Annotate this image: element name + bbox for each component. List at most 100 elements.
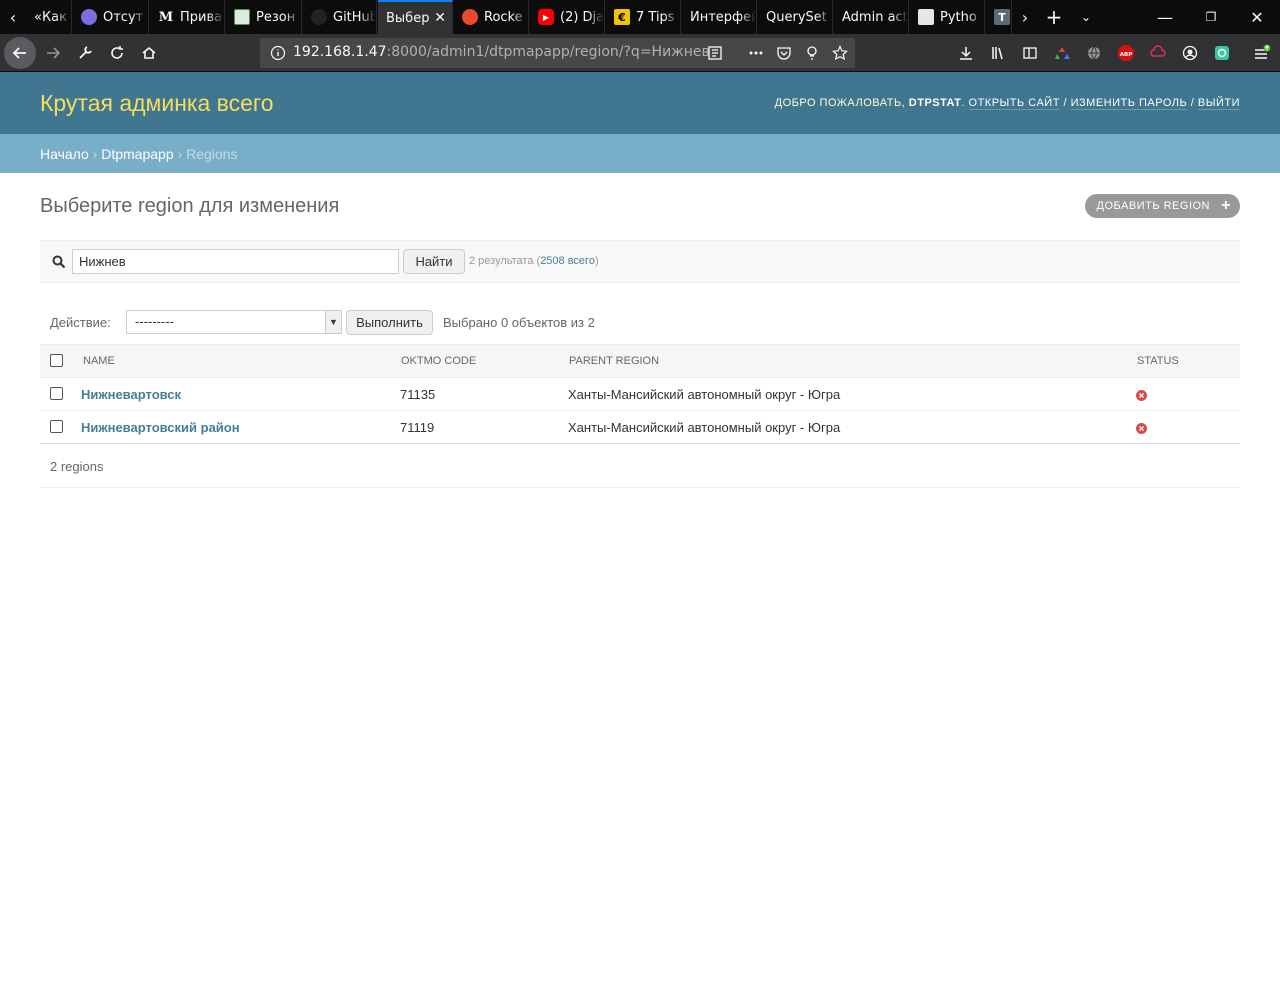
row-checkbox[interactable] — [50, 420, 63, 433]
change-password-link[interactable]: Изменить пароль — [1070, 97, 1188, 110]
breadcrumb-separator: › — [92, 146, 98, 162]
breadcrumb-separator: › — [177, 146, 183, 162]
adblock-icon[interactable]: ABP — [1111, 38, 1141, 68]
logout-link[interactable]: Выйти — [1197, 97, 1240, 110]
breadcrumb: Начало › Dtpmapapp › Regions — [0, 134, 1280, 173]
result-list-table: Name Oktmo code Parent region Status Ниж… — [40, 344, 1240, 444]
table-header: Name Oktmo code Parent region Status — [40, 344, 1240, 378]
chevron-down-icon: ▼ — [325, 311, 341, 333]
browser-tab[interactable]: «Как м — [26, 0, 72, 34]
oktmo-code: 71135 — [400, 387, 436, 402]
library-icon[interactable] — [983, 38, 1013, 68]
browser-tab[interactable]: QuerySet A — [758, 0, 833, 34]
region-name-link[interactable]: Нижневартовск — [81, 387, 181, 402]
reader-view-icon[interactable] — [707, 45, 723, 61]
table-row: Нижневартовск 71135 Ханты-Мансийский авт… — [40, 378, 1240, 411]
browser-tab[interactable]: Rocke — [454, 0, 529, 34]
breadcrumb-app-link[interactable]: Dtpmapapp — [101, 146, 173, 162]
extension-colorful-icon[interactable] — [1047, 38, 1077, 68]
show-all-link[interactable]: 2508 всего — [540, 255, 595, 267]
sidebar-icon[interactable] — [1015, 38, 1045, 68]
t-icon: T — [994, 9, 1010, 25]
browser-tab[interactable]: ▶ (2) Dja — [530, 0, 605, 34]
row-checkbox[interactable] — [50, 387, 63, 400]
column-header-parent-region[interactable]: Parent region — [569, 355, 659, 367]
info-icon[interactable] — [270, 45, 286, 61]
view-site-link[interactable]: Открыть сайт — [968, 97, 1060, 110]
run-action-button[interactable]: Выполнить — [346, 310, 433, 335]
browser-tab[interactable]: Pytho — [910, 0, 985, 34]
new-tab-icon[interactable]: + — [1040, 0, 1068, 34]
restore-icon[interactable]: ❐ — [1188, 0, 1234, 34]
tab-list-chevron-down-icon[interactable]: ⌄ — [1072, 0, 1100, 34]
pocket-icon[interactable] — [776, 45, 792, 61]
add-region-button[interactable]: Добавить region + — [1084, 194, 1240, 218]
account-icon[interactable] — [1175, 38, 1205, 68]
person-icon — [81, 9, 97, 25]
browser-tab[interactable]: Интерфей — [682, 0, 757, 34]
download-icon[interactable] — [951, 38, 981, 68]
tabs-scroll-right-icon[interactable]: › — [1012, 0, 1038, 34]
column-header-status[interactable]: Status — [1137, 355, 1179, 367]
region-name-link[interactable]: Нижневартовский район — [81, 420, 240, 435]
browser-tab[interactable]: € 7 Tips — [606, 0, 681, 34]
lightbulb-icon[interactable] — [804, 45, 820, 61]
breadcrumb-current: Regions — [186, 146, 238, 162]
username: dtpstat — [908, 97, 962, 109]
more-actions-icon[interactable] — [748, 45, 764, 61]
browser-tab-active[interactable]: Выбер ✕ — [378, 0, 453, 34]
document-icon — [234, 9, 250, 25]
page-title: Выберите region для изменения — [40, 195, 340, 217]
close-tab-icon[interactable]: ✕ — [434, 10, 446, 26]
browser-tab[interactable]: Отсут — [73, 0, 149, 34]
medium-icon: M — [158, 9, 174, 25]
bookmark-star-icon[interactable] — [832, 45, 848, 61]
minimize-icon[interactable]: — — [1142, 0, 1188, 34]
welcome-text: Добро пожаловать, — [774, 97, 906, 109]
python-icon — [918, 9, 934, 25]
search-toolbar: Нижнев Найти 2 результата (2508 всего) — [40, 240, 1240, 283]
svg-text:ABP: ABP — [1120, 52, 1132, 58]
search-icon — [52, 255, 66, 269]
site-branding[interactable]: Крутая админка всего — [40, 90, 274, 117]
forward-arrow-icon[interactable] — [38, 38, 68, 68]
url-bar[interactable]: 192.168.1.47:8000/admin1/dtpmapapp/regio… — [260, 38, 855, 68]
oktmo-code: 71119 — [400, 420, 435, 435]
back-arrow-icon[interactable] — [4, 37, 36, 69]
youtube-icon: ▶ — [538, 9, 554, 25]
rocket-icon — [462, 9, 478, 25]
action-select[interactable]: --------- ▼ — [126, 310, 342, 334]
reload-icon[interactable] — [102, 38, 132, 68]
menu-hamburger-icon[interactable] — [1247, 38, 1277, 68]
browser-tab[interactable]: T — [986, 0, 1012, 34]
tabs-scroll-left-icon[interactable]: ‹ — [0, 0, 26, 34]
browser-tab[interactable]: GitHub — [303, 0, 377, 34]
parent-region: Ханты-Мансийский автономный округ - Югра — [568, 420, 841, 435]
github-icon — [311, 9, 327, 25]
close-window-icon[interactable]: ✕ — [1234, 0, 1280, 34]
select-all-checkbox[interactable] — [50, 354, 63, 367]
action-counter: Выбрано 0 объектов из 2 — [443, 315, 595, 330]
search-button[interactable]: Найти — [403, 249, 465, 274]
result-counter: 2 результата (2508 всего) — [469, 255, 599, 267]
column-header-oktmo[interactable]: Oktmo code — [401, 355, 476, 367]
url-text[interactable]: 192.168.1.47:8000/admin1/dtpmapapp/regio… — [293, 44, 710, 60]
status-inactive-icon — [1136, 390, 1147, 401]
breadcrumb-home-link[interactable]: Начало — [40, 146, 89, 162]
action-label: Действие: — [50, 315, 111, 330]
vpn-extension-icon[interactable] — [1207, 38, 1237, 68]
browser-tab[interactable]: Резон — [226, 0, 302, 34]
search-input[interactable]: Нижнев — [72, 249, 399, 274]
home-icon[interactable] — [134, 38, 164, 68]
browser-nav-bar: 192.168.1.47:8000/admin1/dtpmapapp/regio… — [0, 34, 1280, 72]
admin-header: Крутая админка всего Добро пожаловать, d… — [0, 72, 1280, 134]
column-header-name[interactable]: Name — [83, 355, 115, 367]
paginator: 2 regions — [40, 445, 1240, 488]
browser-tab[interactable]: M Прива — [150, 0, 225, 34]
wrench-icon[interactable] — [70, 38, 100, 68]
browser-tab[interactable]: Admin act — [834, 0, 909, 34]
table-row: Нижневартовский район 71119 Ханты-Мансий… — [40, 411, 1240, 444]
globe-icon[interactable] — [1079, 38, 1109, 68]
status-inactive-icon — [1136, 423, 1147, 434]
cloud-extension-icon[interactable] — [1143, 38, 1173, 68]
